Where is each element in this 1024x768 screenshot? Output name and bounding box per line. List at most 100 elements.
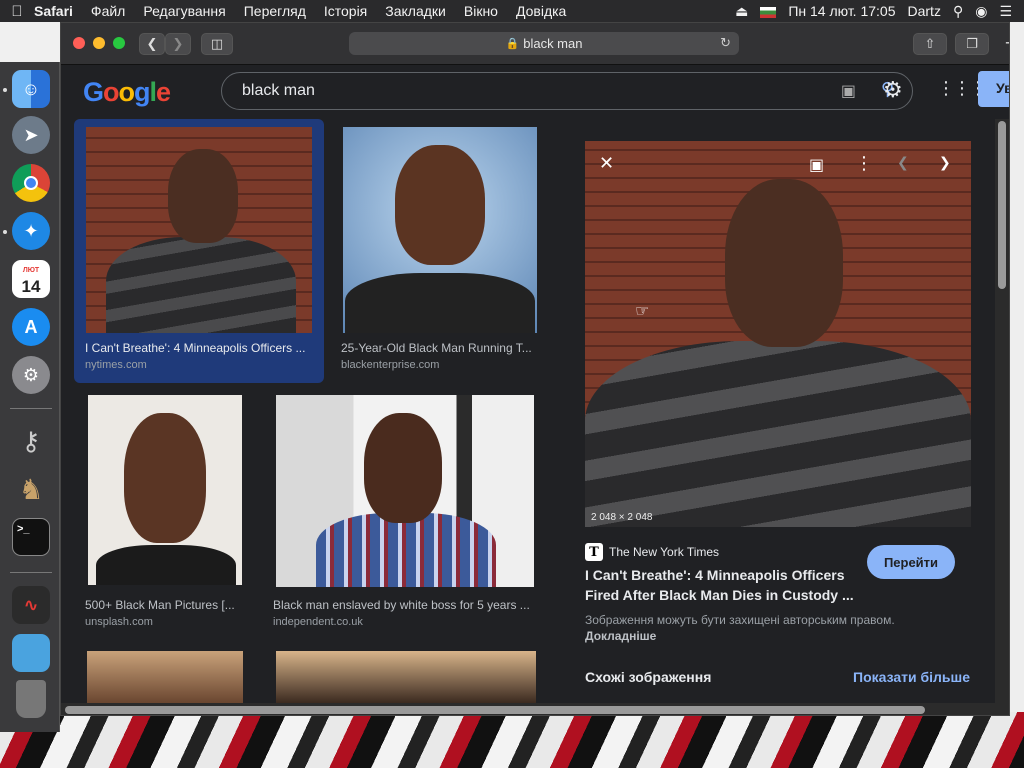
search-input[interactable]: black man: [242, 82, 315, 100]
result-title[interactable]: Black man enslaved by white boss for 5 y…: [273, 598, 539, 612]
menu-user[interactable]: Dartz: [908, 3, 941, 19]
siri-icon[interactable]: ◉: [975, 3, 987, 20]
menu-window[interactable]: Вікно: [464, 3, 498, 19]
horizontal-scrollbar[interactable]: [61, 703, 995, 715]
input-source-flag-icon[interactable]: [760, 3, 777, 19]
chrome-icon[interactable]: [12, 164, 50, 202]
menu-help[interactable]: Довідка: [516, 3, 566, 19]
app-store-icon[interactable]: A: [12, 308, 50, 346]
result-source[interactable]: unsplash.com: [85, 616, 153, 628]
result-source[interactable]: independent.co.uk: [273, 616, 363, 628]
menu-app-name[interactable]: Safari: [34, 3, 73, 19]
settings-gear-icon[interactable]: ⚙: [883, 77, 903, 103]
image-result-card[interactable]: I Can't Breathe': 4 Minneapolis Officers…: [74, 119, 324, 383]
preview-title[interactable]: I Can't Breathe': 4 Minneapolis Officers…: [585, 565, 865, 605]
previous-image-icon[interactable]: ❮: [897, 154, 909, 171]
menu-edit[interactable]: Редагування: [143, 3, 225, 19]
vertical-scroll-thumb[interactable]: [998, 121, 1006, 289]
hand-cursor-icon: ☞: [635, 303, 650, 320]
reload-icon[interactable]: ↻: [720, 35, 731, 51]
sidebar-icon: ◫: [210, 36, 224, 51]
preview-source[interactable]: T The New York Times: [585, 543, 719, 561]
trash-icon[interactable]: [16, 680, 46, 718]
result-title[interactable]: I Can't Breathe': 4 Minneapolis Officers…: [85, 341, 311, 355]
copyright-text: Зображення можуть бути захищені авторськ…: [585, 613, 895, 627]
result-source[interactable]: nytimes.com: [85, 359, 147, 371]
running-indicator: [3, 88, 7, 92]
plaid-shirt-shape: [316, 513, 496, 587]
image-result-card[interactable]: Black man enslaved by white boss for 5 y…: [273, 395, 539, 631]
chevron-left-icon: ❮: [146, 36, 158, 51]
address-text: black man: [523, 36, 583, 51]
safari-icon[interactable]: ✦: [12, 212, 50, 250]
lens-search-icon[interactable]: ▣: [809, 155, 824, 175]
terminal-icon[interactable]: >_: [12, 518, 50, 556]
new-tab-icon[interactable]: +: [1005, 33, 1009, 54]
nyt-logo-icon: T: [585, 543, 603, 561]
browser-toolbar: ❮ ❯ ◫ 🔒 black man ↻ ⇧ ❐ +: [61, 23, 1009, 65]
image-preview-panel: ✕ ▣ ⋮ ❮ ❯ 2 048 × 2 048 T The New York T…: [561, 119, 1001, 715]
result-thumbnail[interactable]: [343, 127, 537, 333]
tabs-overview-button[interactable]: ❐: [955, 33, 989, 55]
image-result-card[interactable]: 25-Year-Old Black Man Running T... black…: [341, 127, 537, 383]
control-center-icon[interactable]: ☰: [999, 3, 1012, 20]
minimize-window-button[interactable]: [93, 37, 105, 49]
sweater-shape: [106, 237, 296, 333]
close-icon[interactable]: ✕: [599, 153, 614, 174]
result-thumbnail[interactable]: [276, 395, 534, 587]
activity-monitor-icon[interactable]: ∿: [12, 586, 50, 624]
calendar-icon[interactable]: ЛЮТ 14: [12, 260, 50, 298]
more-options-icon[interactable]: ⋮: [855, 153, 873, 174]
close-window-button[interactable]: [73, 37, 85, 49]
address-bar[interactable]: 🔒 black man ↻: [349, 32, 739, 55]
sign-in-button[interactable]: Ув: [978, 71, 1009, 107]
menu-history[interactable]: Історія: [324, 3, 367, 19]
spotlight-search-icon[interactable]: ⚲: [953, 3, 963, 20]
search-box[interactable]: black man ▣ ⚲: [221, 72, 913, 110]
image-result-card[interactable]: 500+ Black Man Pictures [... unsplash.co…: [85, 395, 245, 631]
system-preferences-icon[interactable]: ⚙: [12, 356, 50, 394]
zoom-window-button[interactable]: [113, 37, 125, 49]
eject-icon[interactable]: ⏏: [735, 3, 748, 20]
back-button[interactable]: ❮: [139, 33, 165, 55]
learn-more-link[interactable]: Докладніше: [585, 629, 656, 643]
result-source[interactable]: blackenterprise.com: [341, 359, 439, 371]
image-result-thumbnail-partial[interactable]: [276, 651, 536, 703]
menu-clock[interactable]: Пн 14 лют. 17:05: [788, 3, 895, 19]
share-button[interactable]: ⇧: [913, 33, 947, 55]
image-result-thumbnail-partial[interactable]: [87, 651, 243, 703]
next-image-icon[interactable]: ❯: [939, 154, 951, 171]
chess-icon[interactable]: ♞: [12, 470, 50, 508]
sidebar-toggle-button[interactable]: ◫: [201, 33, 233, 55]
google-doodle-logo[interactable]: Google: [83, 77, 171, 108]
launchpad-icon[interactable]: ➤: [12, 116, 50, 154]
google-header: Google black man ▣ ⚲ ⚙ ⋮⋮⋮ Ув: [61, 65, 1009, 119]
face-shape: [168, 149, 238, 243]
face-shape: [395, 145, 485, 265]
result-thumbnail[interactable]: [88, 395, 242, 585]
visit-button[interactable]: Перейти: [867, 545, 955, 579]
result-title[interactable]: 25-Year-Old Black Man Running T...: [341, 341, 537, 355]
preview-image[interactable]: ✕ ▣ ⋮ ❮ ❯ 2 048 × 2 048: [585, 141, 971, 527]
camera-search-icon[interactable]: ▣: [841, 81, 856, 101]
sweater-shape: [96, 545, 236, 585]
menu-bar:  Safari Файл Редагування Перегляд Істор…: [0, 0, 1024, 22]
result-thumbnail[interactable]: [86, 127, 312, 333]
chevron-right-icon: ❯: [172, 36, 184, 51]
menu-bookmarks[interactable]: Закладки: [385, 3, 446, 19]
menu-view[interactable]: Перегляд: [244, 3, 306, 19]
preview-source-name[interactable]: The New York Times: [609, 545, 719, 559]
dock: ☺ ➤ ✦ ЛЮТ 14 A ⚙ ⚷ ♞ >_ ∿: [0, 62, 60, 732]
finder-icon[interactable]: ☺: [12, 70, 50, 108]
vertical-scrollbar[interactable]: [995, 119, 1009, 715]
result-title[interactable]: 500+ Black Man Pictures [...: [85, 598, 245, 612]
forward-button[interactable]: ❯: [165, 33, 191, 55]
horizontal-scroll-thumb[interactable]: [65, 706, 925, 714]
show-more-link[interactable]: Показати більше: [853, 669, 970, 685]
apple-menu-icon[interactable]: : [0, 3, 34, 20]
menu-file[interactable]: Файл: [91, 3, 125, 19]
keychain-icon[interactable]: ⚷: [12, 422, 50, 460]
dock-separator: [10, 408, 52, 409]
folder-icon[interactable]: [12, 634, 50, 672]
face-shape: [725, 179, 843, 347]
